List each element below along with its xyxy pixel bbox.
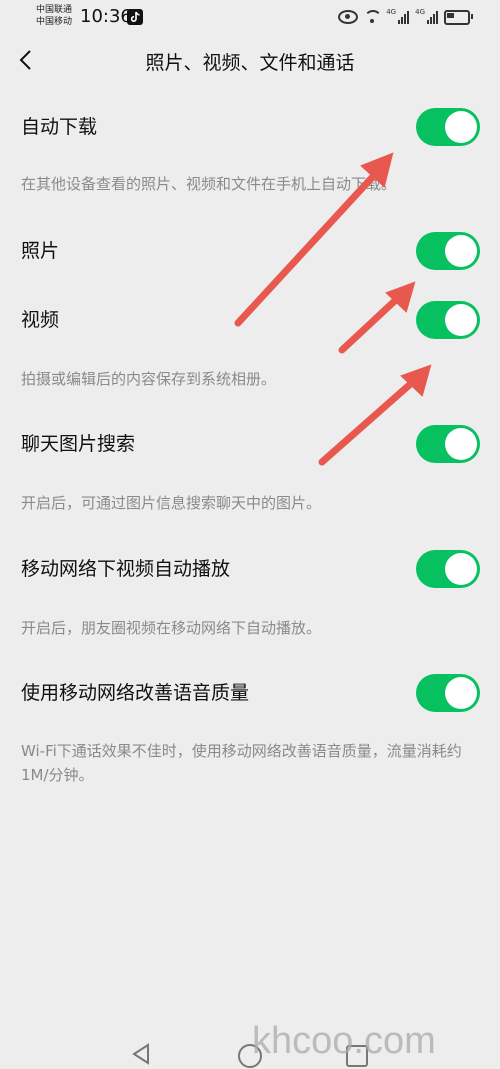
wifi-icon (364, 10, 383, 24)
nav-bar: 照片、视频、文件和通话 (0, 36, 500, 86)
signal-icon (398, 10, 410, 24)
carrier-2: 中国移动 (36, 17, 73, 27)
toggle-knob (445, 428, 477, 460)
setting-label: 视频 (21, 309, 60, 331)
toggle-knob (445, 553, 477, 585)
carrier-1: 中国联通 (36, 5, 73, 15)
chat-image-search-toggle[interactable] (416, 425, 480, 463)
network-type-2: 4G (415, 8, 425, 16)
voice-quality-toggle[interactable] (416, 674, 480, 712)
setting-label: 自动下载 (21, 116, 98, 138)
setting-description: Wi-Fi下通话效果不佳时，使用移动网络改善语音质量，流量消耗约1M/分钟。 (21, 742, 462, 784)
clock: 10:36 (80, 6, 132, 27)
system-back-icon[interactable] (130, 1043, 152, 1069)
setting-label: 使用移动网络改善语音质量 (21, 682, 250, 704)
signal-icon (427, 10, 438, 24)
mobile-autoplay-toggle[interactable] (416, 550, 480, 588)
auto-download-toggle[interactable] (416, 108, 480, 146)
videos-toggle[interactable] (416, 301, 480, 339)
setting-row-mobile-autoplay[interactable]: 移动网络下视频自动播放 (0, 538, 500, 600)
toggle-knob (445, 235, 477, 267)
setting-row-videos[interactable]: 视频 (0, 289, 500, 351)
status-bar: 中国联通 中国移动 10:36 4G 4G (0, 0, 500, 36)
photos-toggle[interactable] (416, 232, 480, 270)
toggle-knob (445, 677, 477, 709)
setting-label: 聊天图片搜索 (21, 433, 136, 455)
setting-label: 照片 (21, 240, 60, 262)
page-title: 照片、视频、文件和通话 (145, 52, 355, 74)
network-type-1: 4G (386, 8, 397, 16)
status-icons: 4G 4G (338, 8, 473, 26)
carrier-info: 中国联通 中国移动 (36, 4, 72, 28)
setting-row-voice-quality[interactable]: 使用移动网络改善语音质量 (0, 662, 500, 724)
setting-description: 开启后，朋友圈视频在移动网络下自动播放。 (21, 619, 322, 637)
eye-icon (338, 10, 359, 24)
setting-description: 在其他设备查看的照片、视频和文件在手机上自动下载。 (21, 175, 397, 193)
setting-description: 开启后，可通过图片信息搜索聊天中的图片。 (21, 494, 322, 512)
setting-row-photos[interactable]: 照片 (0, 220, 500, 282)
setting-row-chat-image-search[interactable]: 聊天图片搜索 (0, 413, 500, 475)
setting-row-auto-download[interactable]: 自动下载 (0, 96, 500, 158)
setting-label: 移动网络下视频自动播放 (21, 558, 231, 580)
battery-icon (444, 9, 473, 25)
setting-description: 拍摄或编辑后的内容保存到系统相册。 (21, 370, 277, 388)
toggle-knob (445, 304, 477, 336)
watermark: khcoo.com (252, 1020, 436, 1062)
tiktok-notification-icon (127, 9, 143, 25)
annotation-arrows (234, 152, 432, 466)
toggle-knob (445, 111, 477, 143)
